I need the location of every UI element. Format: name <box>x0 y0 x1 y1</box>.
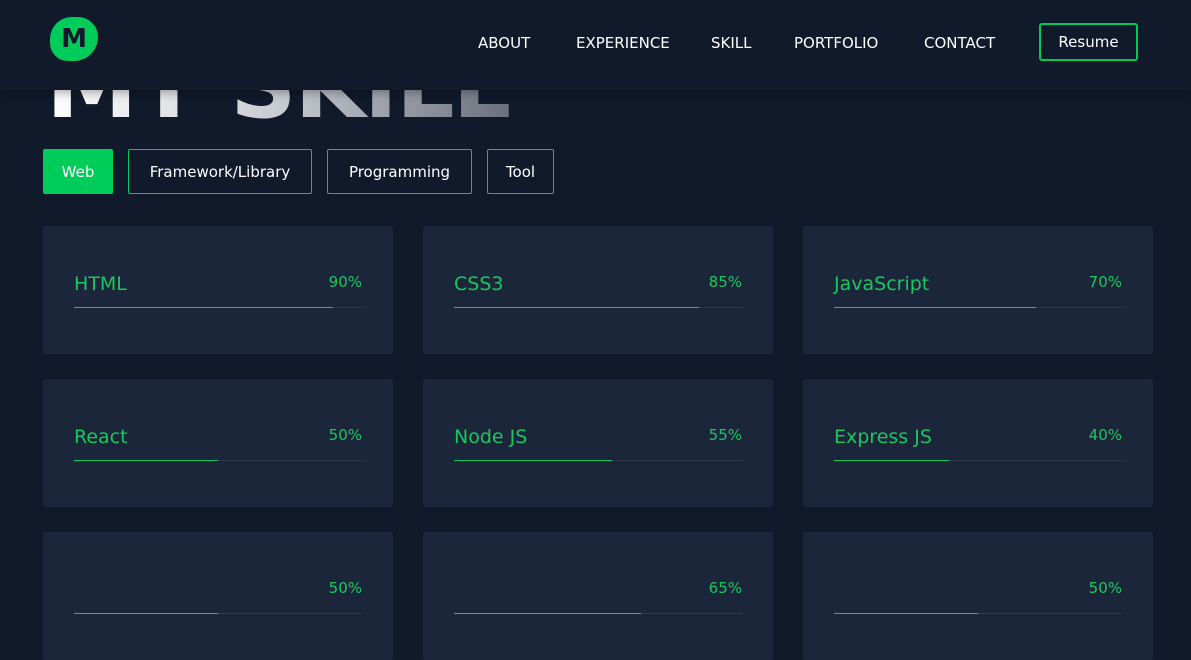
skill-progress-track <box>834 307 1122 308</box>
skill-percent: 50% <box>1088 579 1122 597</box>
nav-link-portfolio[interactable]: PORTFOLIO <box>794 34 878 52</box>
skill-name: Node JS <box>454 426 528 448</box>
skill-progress-fill <box>74 307 334 308</box>
tab-framework-library[interactable]: Framework/Library <box>128 149 312 194</box>
skill-percent: 40% <box>1088 426 1122 444</box>
skill-card: 50% <box>43 532 393 660</box>
tab-web[interactable]: Web <box>43 149 113 194</box>
skill-progress-track <box>74 460 362 461</box>
navbar: M ABOUT EXPERIENCE SKILL PORTFOLIO CONTA… <box>0 0 1191 90</box>
skill-percent: 50% <box>328 426 362 444</box>
nav-link-contact[interactable]: CONTACT <box>924 34 995 52</box>
skill-progress-fill <box>834 307 1036 308</box>
skill-card: JavaScript 70% <box>803 226 1153 354</box>
skill-card: CSS3 85% <box>423 226 773 354</box>
skill-card: React 50% <box>43 379 393 507</box>
skill-name: React <box>74 426 128 448</box>
skill-percent: 50% <box>328 579 362 597</box>
logo[interactable]: M <box>50 17 98 61</box>
tab-programming[interactable]: Programming <box>327 149 472 194</box>
skill-progress-fill <box>454 460 613 461</box>
skill-card: HTML 90% <box>43 226 393 354</box>
skill-progress-track <box>74 307 362 308</box>
skill-progress-track <box>834 613 1122 614</box>
skill-card: 50% <box>803 532 1153 660</box>
skill-percent: 70% <box>1088 273 1122 291</box>
skill-name: Express JS <box>834 426 932 448</box>
skill-percent: 55% <box>708 426 742 444</box>
skill-name: CSS3 <box>454 273 504 295</box>
skill-progress-track <box>74 613 362 614</box>
logo-letter: M <box>61 24 87 54</box>
skill-progress-fill <box>454 613 642 614</box>
tab-tool[interactable]: Tool <box>487 149 554 194</box>
skill-percent: 90% <box>328 273 362 291</box>
nav-link-skill[interactable]: SKILL <box>711 34 752 52</box>
skill-progress-fill <box>74 613 218 614</box>
skill-progress-track <box>834 460 1122 461</box>
skill-percent: 85% <box>708 273 742 291</box>
nav-link-experience[interactable]: EXPERIENCE <box>576 34 670 52</box>
skill-progress-track <box>454 460 742 461</box>
resume-button[interactable]: Resume <box>1039 23 1138 61</box>
skill-percent: 65% <box>708 579 742 597</box>
skill-progress-fill <box>454 307 699 308</box>
skill-progress-fill <box>834 460 950 461</box>
skill-card: Node JS 55% <box>423 379 773 507</box>
skill-progress-fill <box>834 613 978 614</box>
skill-progress-track <box>454 613 742 614</box>
skill-name: JavaScript <box>834 273 930 295</box>
skill-card: 65% <box>423 532 773 660</box>
nav-link-about[interactable]: ABOUT <box>478 34 530 52</box>
skill-card: Express JS 40% <box>803 379 1153 507</box>
skill-progress-fill <box>74 460 218 461</box>
skill-progress-track <box>454 307 742 308</box>
skill-name: HTML <box>74 273 127 295</box>
